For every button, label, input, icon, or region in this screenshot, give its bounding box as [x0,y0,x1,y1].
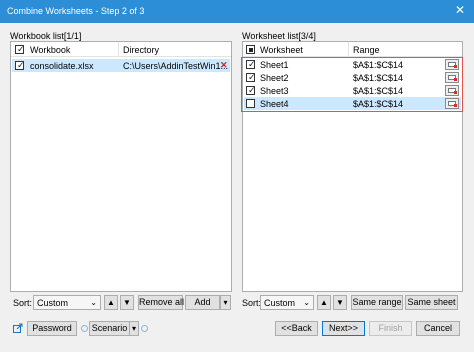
worksheet-sort-value: Custom [264,298,296,308]
title-bar: Combine Worksheets - Step 2 of 3 ✕ [0,0,474,23]
worksheet-list-label: Worksheet list[3/4] [242,31,316,41]
chevron-down-icon: ⌄ [90,298,97,307]
worksheet-checkbox[interactable]: ✓ [246,59,256,69]
worksheet-range: $A$1:$C$14 [353,60,404,70]
remove-workbook-icon[interactable]: ✕ [220,60,228,71]
select-range-icon[interactable] [445,98,459,109]
dialog-body: Workbook list[1/1] ✓ Workbook Directory … [0,23,474,352]
column-divider [118,42,119,57]
workbook-sort-value: Custom [37,298,69,308]
worksheet-list[interactable]: Worksheet Range ✓ Sheet1 $A$1:$C$14 ✓ Sh… [242,41,463,292]
chevron-down-icon: ⌄ [303,298,310,307]
worksheet-range: $A$1:$C$14 [353,73,404,83]
worksheet-list-header: Worksheet Range [243,42,462,57]
column-worksheet: Worksheet [260,45,303,55]
add-button[interactable]: Add [185,295,220,310]
select-range-icon[interactable] [445,59,459,70]
move-workbook-up-button[interactable]: ▲ [104,295,118,310]
next-button[interactable]: Next>> [322,321,365,336]
same-range-button[interactable]: Same range [351,295,403,310]
scenario-button[interactable]: Scenario [89,321,130,336]
workbook-row[interactable]: ✓ consolidate.xlsx C:\Users\AddinTestWin… [12,59,230,72]
cancel-button[interactable]: Cancel [416,321,460,336]
worksheet-sort-label: Sort: [242,298,262,308]
back-button[interactable]: <<Back [275,321,318,336]
select-all-workbooks-checkbox[interactable]: ✓ [15,44,25,54]
worksheet-name: Sheet2 [260,73,289,83]
workbook-sort-dropdown[interactable]: Custom ⌄ [33,295,101,310]
workbook-list-header: ✓ Workbook Directory [11,42,231,57]
column-range: Range [353,45,380,55]
worksheet-checkbox[interactable] [246,99,255,108]
finish-button: Finish [369,321,412,336]
workbook-list[interactable]: ✓ Workbook Directory ✓ consolidate.xlsx … [10,41,232,292]
same-sheet-button[interactable]: Same sheet [405,295,458,310]
worksheet-name: Sheet4 [260,99,289,109]
worksheet-row[interactable]: ✓ Sheet2 $A$1:$C$14 [244,71,461,84]
column-workbook: Workbook [30,45,71,55]
workbook-sort-label: Sort: [13,298,33,308]
worksheet-sort-dropdown[interactable]: Custom ⌄ [260,295,314,310]
share-icon[interactable] [13,323,23,333]
select-range-icon[interactable] [445,72,459,83]
info-icon[interactable] [141,325,148,332]
workbook-checkbox[interactable]: ✓ [15,60,25,70]
worksheet-range: $A$1:$C$14 [353,99,404,109]
column-divider [348,42,349,57]
move-worksheet-down-button[interactable]: ▼ [333,295,347,310]
workbook-name: consolidate.xlsx [30,61,94,71]
move-worksheet-up-button[interactable]: ▲ [317,295,331,310]
select-all-worksheets-checkbox[interactable] [246,45,255,54]
window-title: Combine Worksheets - Step 2 of 3 [7,6,145,16]
worksheet-row[interactable]: ✓ Sheet1 $A$1:$C$14 [244,58,461,71]
move-workbook-down-button[interactable]: ▼ [120,295,134,310]
scenario-dropdown-button[interactable]: ▾ [129,321,139,336]
workbook-list-label: Workbook list[1/1] [10,31,82,41]
worksheet-range: $A$1:$C$14 [353,86,404,96]
worksheet-row[interactable]: Sheet4 $A$1:$C$14 [244,97,461,110]
info-icon[interactable] [81,325,88,332]
worksheet-name: Sheet3 [260,86,289,96]
password-button[interactable]: Password [27,321,77,336]
worksheet-name: Sheet1 [260,60,289,70]
worksheet-row[interactable]: ✓ Sheet3 $A$1:$C$14 [244,84,461,97]
add-dropdown-button[interactable]: ▾ [220,295,231,310]
close-icon[interactable]: ✕ [455,4,465,16]
worksheet-checkbox[interactable]: ✓ [246,72,256,82]
select-range-icon[interactable] [445,85,459,96]
remove-all-button[interactable]: Remove all [138,295,184,310]
worksheet-checkbox[interactable]: ✓ [246,85,256,95]
workbook-directory: C:\Users\AddinTestWin1... [123,61,229,71]
column-directory: Directory [123,45,160,55]
